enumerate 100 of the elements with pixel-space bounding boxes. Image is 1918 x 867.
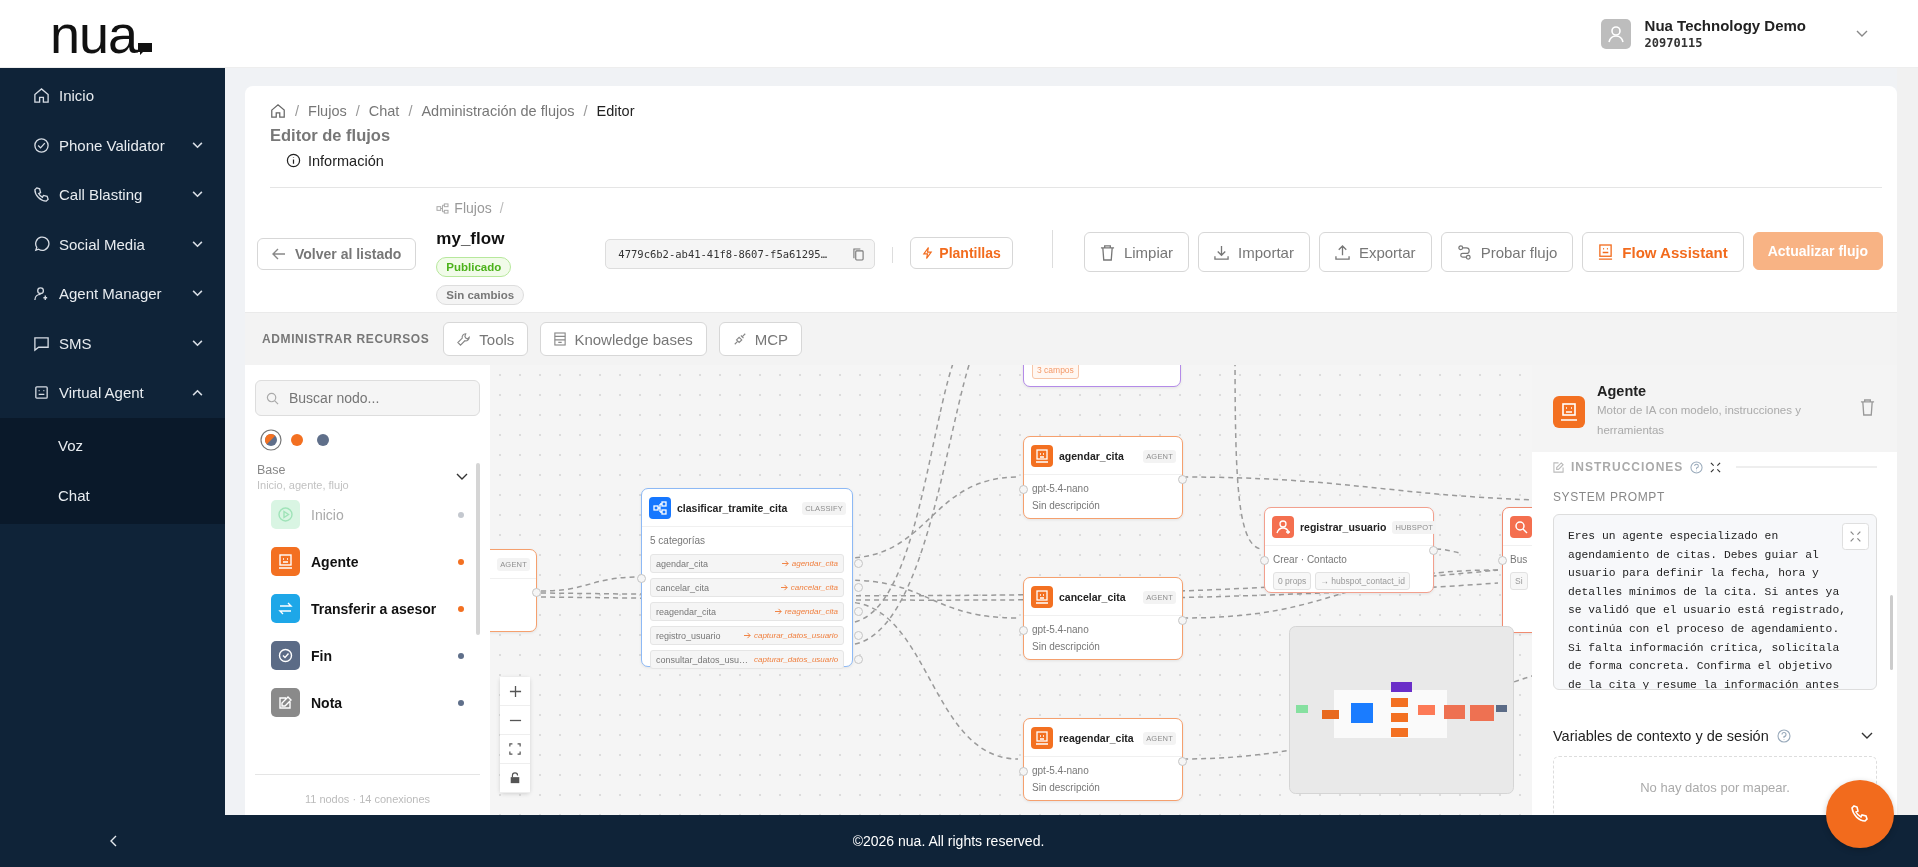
route-icon bbox=[1456, 244, 1472, 260]
node-type-icon bbox=[271, 500, 300, 529]
database-icon bbox=[554, 332, 567, 346]
resource-button[interactable]: MCP bbox=[718, 322, 803, 356]
all-filter-swatch[interactable] bbox=[260, 429, 282, 451]
sidebar-item[interactable]: Social Media bbox=[0, 219, 225, 269]
account-name: Nua Technology Demo bbox=[1644, 17, 1806, 34]
section-label: ADMINISTRAR RECURSOS bbox=[262, 332, 430, 346]
toolbar-button[interactable]: Importar bbox=[1198, 232, 1310, 272]
toolbar-button[interactable]: Exportar bbox=[1318, 232, 1432, 272]
flow-chart-icon bbox=[436, 202, 450, 214]
brand-logo: nua bbox=[50, 6, 138, 61]
zoom-in-button[interactable] bbox=[500, 677, 530, 706]
node-description: Sin descripción bbox=[1032, 640, 1101, 654]
wrench-icon bbox=[457, 332, 472, 346]
connection-handle[interactable] bbox=[1019, 626, 1028, 635]
sidebar-item[interactable]: Call Blasting bbox=[0, 170, 225, 220]
node-type-icon bbox=[271, 641, 300, 670]
back-button[interactable]: Volver al listado bbox=[257, 238, 417, 270]
lock-button[interactable] bbox=[500, 764, 530, 793]
node-type-item[interactable]: Nota bbox=[255, 679, 468, 726]
expand-icon[interactable] bbox=[1710, 461, 1722, 473]
copy-icon[interactable] bbox=[853, 247, 865, 261]
phone-icon bbox=[1850, 804, 1870, 824]
fullscreen-icon bbox=[509, 743, 521, 755]
connection-handle[interactable] bbox=[1178, 616, 1187, 625]
breadcrumb-link[interactable]: Flujos bbox=[308, 103, 347, 119]
node-type-icon bbox=[271, 688, 300, 717]
connection-handle[interactable] bbox=[1260, 556, 1269, 565]
toolbar-button[interactable]: Limpiar bbox=[1083, 232, 1190, 272]
sidebar-item[interactable]: Phone Validator bbox=[0, 120, 225, 170]
trash-icon bbox=[1099, 243, 1115, 261]
node-chip: → hubspot_contact_id bbox=[1315, 572, 1410, 590]
connection-handle[interactable] bbox=[854, 607, 863, 616]
breadcrumb-separator: / bbox=[408, 103, 413, 119]
node-subtitle: Bus bbox=[1510, 553, 1529, 567]
lightning-icon bbox=[922, 246, 934, 260]
home-icon[interactable] bbox=[270, 103, 286, 119]
speech-bubble-icon bbox=[138, 42, 153, 55]
node-type-item[interactable]: Agente bbox=[255, 538, 468, 585]
connection-handle[interactable] bbox=[1178, 757, 1187, 766]
node-description: Sin descripción bbox=[1032, 499, 1101, 513]
connection-handle[interactable] bbox=[854, 559, 863, 568]
connection-handle[interactable] bbox=[1498, 556, 1507, 565]
node-type-item[interactable]: Fin bbox=[255, 632, 468, 679]
connection-handle[interactable] bbox=[532, 588, 541, 597]
agent-icon bbox=[1553, 396, 1585, 428]
connection-handle[interactable] bbox=[1019, 485, 1028, 494]
sidebar-subitem[interactable]: Voz bbox=[0, 420, 225, 471]
connection-handle[interactable] bbox=[1429, 546, 1438, 555]
sidebar-item[interactable]: SMS bbox=[0, 318, 225, 368]
scrollbar[interactable] bbox=[1890, 595, 1893, 670]
chevron-left-icon bbox=[108, 835, 117, 847]
category-label: consultar_datos_usu… bbox=[656, 654, 749, 665]
breadcrumb-link[interactable]: Chat bbox=[368, 103, 400, 119]
info-tab[interactable]: Información bbox=[286, 153, 384, 187]
scrollbar[interactable] bbox=[1897, 68, 1918, 815]
category-header[interactable]: Base Inicio, agente, flujo bbox=[255, 463, 468, 491]
connection-handle[interactable] bbox=[854, 583, 863, 592]
plug-icon bbox=[732, 332, 747, 346]
connection-handle[interactable] bbox=[1178, 475, 1187, 484]
scrollbar[interactable] bbox=[476, 463, 480, 635]
node-chip: 0 props bbox=[1273, 572, 1312, 590]
info-icon bbox=[286, 153, 301, 168]
sidebar-item[interactable]: Inicio bbox=[0, 71, 225, 121]
chevron-down-icon[interactable] bbox=[1861, 732, 1873, 740]
node-description: Sin descripción bbox=[1032, 781, 1101, 795]
category-label: cancelar_cita bbox=[656, 582, 711, 593]
sidebar-item[interactable]: Virtual Agent bbox=[0, 368, 225, 418]
help-icon[interactable] bbox=[1776, 729, 1791, 743]
sidebar-subitem[interactable]: Chat bbox=[0, 470, 225, 521]
account-number: 20970115 bbox=[1644, 36, 1704, 50]
node-type-item[interactable]: Transferir a asesor bbox=[255, 585, 468, 632]
help-icon[interactable] bbox=[1690, 460, 1704, 474]
sidebar-item[interactable]: Agent Manager bbox=[0, 269, 225, 319]
model-name: gpt-5.4-nano bbox=[1032, 623, 1090, 637]
trash-icon[interactable] bbox=[1860, 399, 1875, 416]
resource-button[interactable]: Knowledge bases bbox=[540, 322, 707, 356]
breadcrumb-separator: / bbox=[295, 103, 300, 119]
flow-id-field[interactable]: 4779c6b2-ab41-41f8-8607-f5a61295… bbox=[605, 239, 876, 269]
toolbar-button[interactable]: Probar flujo bbox=[1440, 232, 1574, 272]
minimap-drawing[interactable] bbox=[1289, 626, 1514, 794]
connection-handle[interactable] bbox=[854, 631, 863, 640]
empty-state-text: No hay datos por mapear. bbox=[1640, 779, 1790, 795]
fit-view-button[interactable] bbox=[500, 735, 530, 764]
node-summary: 5 categorías bbox=[650, 534, 707, 548]
connection-handle[interactable] bbox=[854, 655, 863, 664]
category-label: reagendar_cita bbox=[656, 606, 718, 617]
node-title: reagendar_cita bbox=[1059, 732, 1135, 744]
resource-button[interactable]: Tools bbox=[443, 322, 529, 356]
graph-stats: 11 nodos · 14 conexiones bbox=[255, 774, 480, 805]
category-target: capturar_datos_usuario bbox=[754, 655, 839, 664]
connection-handle[interactable] bbox=[1019, 767, 1028, 776]
breadcrumb-separator: / bbox=[583, 103, 588, 119]
avatar-icon[interactable] bbox=[1600, 18, 1631, 49]
status-badge: Publicado bbox=[436, 257, 512, 277]
connection-handle[interactable] bbox=[637, 574, 646, 583]
search-field[interactable]: Buscar nodo... bbox=[255, 380, 480, 416]
breadcrumb-link[interactable]: Administración de flujos bbox=[421, 103, 575, 119]
model-name: gpt-5.4-nano bbox=[1032, 764, 1090, 778]
